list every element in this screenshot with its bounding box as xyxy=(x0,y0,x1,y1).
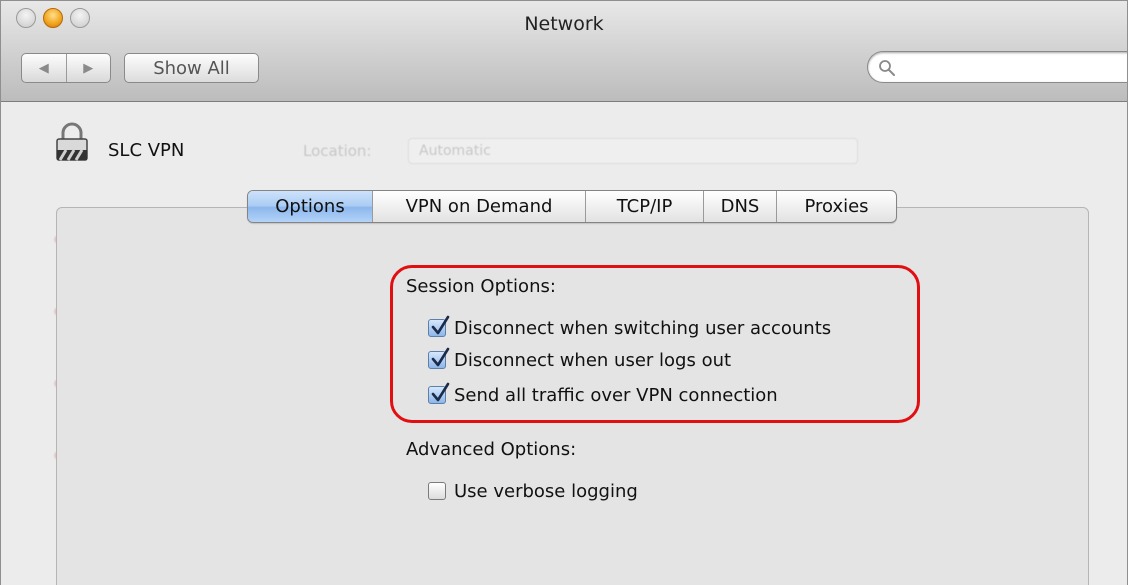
back-button[interactable]: ◀ xyxy=(22,54,66,82)
back-arrow-icon: ◀ xyxy=(38,60,49,76)
forward-button[interactable]: ▶ xyxy=(65,54,111,82)
location-popup: Automatic xyxy=(408,138,858,164)
network-preferences-window: Network ◀ ▶ Show All Location: Automatic xyxy=(0,0,1128,585)
back-forward-control: ◀ ▶ xyxy=(21,53,111,83)
show-all-button[interactable]: Show All xyxy=(124,53,259,83)
option-label: Use verbose logging xyxy=(454,480,638,502)
location-label: Location: xyxy=(303,142,372,160)
tab-bar: Options VPN on Demand TCP/IP DNS Proxies xyxy=(247,190,897,223)
tab-dns[interactable]: DNS xyxy=(703,191,776,222)
connection-name: SLC VPN xyxy=(108,140,185,161)
window-title: Network xyxy=(524,13,604,35)
window-toolbar: Network ◀ ▶ Show All xyxy=(1,1,1127,102)
advanced-options-heading: Advanced Options: xyxy=(406,439,577,460)
checkbox-unchecked[interactable] xyxy=(428,482,446,500)
session-options-highlight xyxy=(390,265,920,423)
search-icon xyxy=(879,60,895,76)
forward-arrow-icon: ▶ xyxy=(83,60,94,76)
tab-proxies[interactable]: Proxies xyxy=(776,191,896,222)
tab-tcp-ip[interactable]: TCP/IP xyxy=(585,191,703,222)
content-area: Location: Automatic Ethernet Connected B… xyxy=(1,102,1127,585)
verbose-logging-option[interactable]: Use verbose logging xyxy=(428,479,638,503)
search-field[interactable] xyxy=(867,51,1127,83)
tab-options[interactable]: Options xyxy=(248,191,372,222)
lock-icon xyxy=(56,122,88,161)
tab-vpn-on-demand[interactable]: VPN on Demand xyxy=(372,191,585,222)
